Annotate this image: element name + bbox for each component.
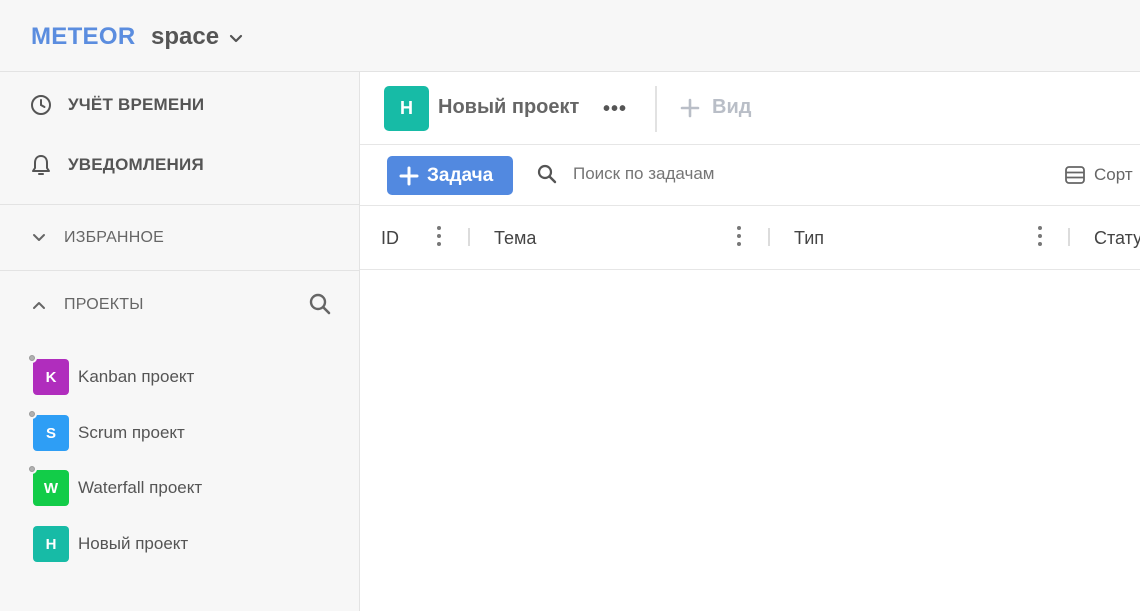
header-divider	[655, 86, 657, 132]
project-avatar: W	[33, 470, 69, 506]
favorites-label: ИЗБРАННОЕ	[64, 229, 164, 246]
workspace-name: space	[151, 23, 220, 50]
workspace-switcher[interactable]: space	[151, 23, 243, 51]
project-avatar: K	[33, 359, 69, 395]
search-icon	[537, 164, 557, 184]
chevron-down-icon	[33, 234, 45, 241]
more-options-button[interactable]: •••	[603, 98, 627, 121]
favorites-section-toggle[interactable]: ИЗБРАННОЕ	[32, 229, 164, 247]
add-view-button[interactable]: Вид	[680, 96, 751, 119]
task-search-input[interactable]	[573, 164, 793, 184]
projects-label: ПРОЕКТЫ	[64, 296, 144, 313]
task-search	[537, 164, 793, 184]
bell-icon	[32, 155, 50, 175]
projects-section-toggle[interactable]: ПРОЕКТЫ	[32, 296, 144, 314]
project-name: Waterfall проект	[78, 478, 203, 497]
project-header: Н Новый проект ••• Вид	[360, 72, 1140, 145]
plus-icon	[399, 166, 419, 185]
sort-button[interactable]: Сорт	[1064, 164, 1133, 186]
project-name: Kanban проект	[78, 367, 195, 386]
project-item-kanban[interactable]: K Kanban проект	[27, 353, 195, 395]
column-menu-icon[interactable]	[736, 226, 742, 250]
column-header-type[interactable]: Тип	[794, 228, 824, 249]
task-toolbar: Задача Сорт	[360, 145, 1140, 206]
add-task-button[interactable]: Задача	[387, 156, 513, 195]
project-search-button[interactable]	[308, 292, 332, 321]
sidebar-item-time-tracking[interactable]: УЧЁТ ВРЕМЕНИ	[30, 94, 204, 116]
project-item-waterfall[interactable]: W Waterfall проект	[27, 464, 203, 506]
column-resize-handle[interactable]	[768, 228, 770, 246]
brand-logo[interactable]: METEOR	[31, 23, 135, 51]
status-dot	[27, 464, 37, 474]
project-avatar: S	[33, 415, 69, 451]
column-resize-handle[interactable]	[1068, 228, 1070, 246]
status-dot	[27, 353, 37, 363]
column-resize-handle[interactable]	[468, 228, 470, 246]
project-name: Scrum проект	[78, 423, 185, 442]
add-task-label: Задача	[427, 164, 494, 186]
project-name: Новый проект	[78, 534, 189, 553]
column-menu-icon[interactable]	[1037, 226, 1043, 250]
project-avatar: Н	[33, 526, 69, 562]
chevron-down-icon	[229, 34, 243, 43]
column-menu-icon[interactable]	[436, 226, 442, 250]
sidebar-divider	[0, 204, 359, 205]
project-item-new[interactable]: Н Новый проект	[33, 526, 188, 562]
sidebar: УЧЁТ ВРЕМЕНИ УВЕДОМЛЕНИЯ ИЗБРАННОЕ ПРОЕК…	[0, 72, 360, 611]
search-icon	[309, 293, 331, 315]
sidebar-item-label: УЧЁТ ВРЕМЕНИ	[68, 95, 205, 114]
sort-icon	[1065, 166, 1085, 184]
top-bar: METEOR space	[0, 0, 1140, 72]
chevron-up-icon	[33, 302, 45, 309]
column-header-subject[interactable]: Тема	[494, 228, 536, 249]
sort-label: Сорт	[1094, 165, 1133, 184]
add-view-label: Вид	[712, 96, 752, 118]
project-item-scrum[interactable]: S Scrum проект	[27, 409, 185, 451]
table-header: ID Тема Тип Стату	[360, 206, 1140, 270]
sidebar-divider	[0, 270, 359, 271]
plus-icon	[680, 98, 700, 117]
column-header-status[interactable]: Стату	[1094, 228, 1140, 249]
status-dot	[27, 409, 37, 419]
project-title[interactable]: Новый проект	[438, 96, 579, 119]
sidebar-item-notifications[interactable]: УВЕДОМЛЕНИЯ	[30, 153, 204, 177]
clock-icon	[31, 95, 51, 115]
main-content: Н Новый проект ••• Вид Задача Поиск по з…	[360, 72, 1140, 611]
project-avatar: Н	[384, 86, 429, 131]
sidebar-item-label: УВЕДОМЛЕНИЯ	[68, 155, 204, 174]
column-header-id[interactable]: ID	[381, 228, 399, 249]
